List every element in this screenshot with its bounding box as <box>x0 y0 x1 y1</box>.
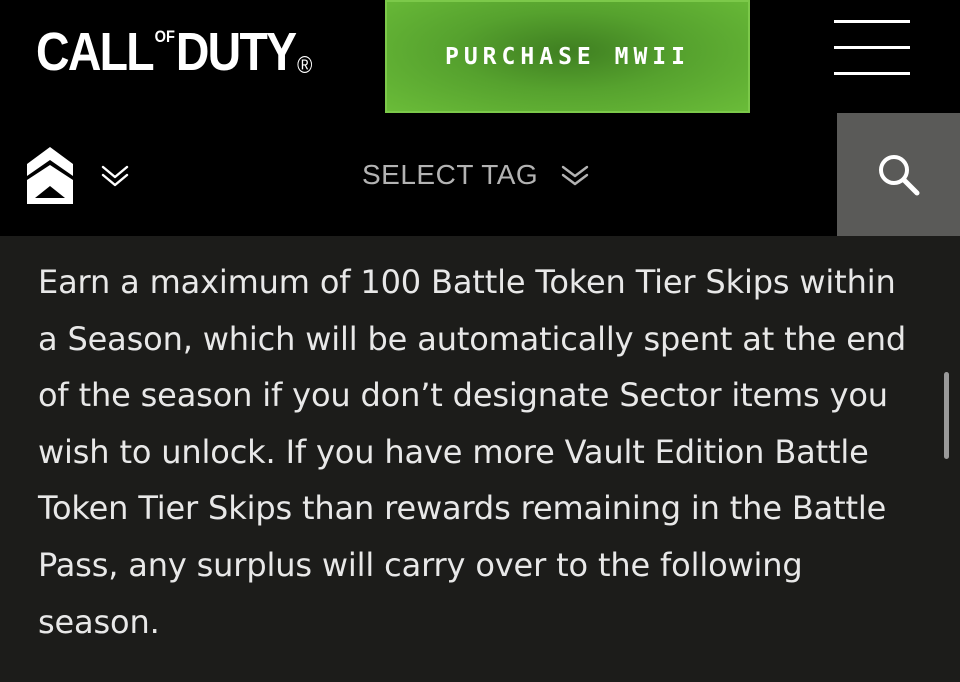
double-chevron-down-icon <box>561 165 589 186</box>
call-of-duty-logo[interactable]: CALL OF DUTY ® <box>36 22 312 82</box>
double-chevron-down-icon <box>101 165 129 187</box>
rank-selector-button[interactable] <box>18 143 140 207</box>
menu-line-bottom <box>834 72 910 75</box>
menu-line-middle <box>834 46 910 49</box>
top-header: CALL OF DUTY ® PURCHASE MWII <box>0 0 960 113</box>
hamburger-menu-icon[interactable] <box>834 20 910 76</box>
search-icon <box>878 154 919 195</box>
menu-line-top <box>834 20 910 23</box>
select-tag-dropdown[interactable]: SELECT TAG <box>362 151 590 199</box>
search-button[interactable] <box>837 113 960 236</box>
page-scrollbar[interactable] <box>944 372 949 459</box>
logo-duty-text: DUTY <box>175 22 297 82</box>
logo-call-text: CALL <box>36 22 155 82</box>
logo-of-text: OF <box>154 27 175 46</box>
sub-navigation-bar: SELECT TAG <box>0 113 960 236</box>
rank-chevron-icon <box>27 147 129 204</box>
purchase-mwii-button[interactable]: PURCHASE MWII <box>385 0 750 113</box>
article-content: Earn a maximum of 100 Battle Token Tier … <box>0 236 960 682</box>
article-paragraph: Earn a maximum of 100 Battle Token Tier … <box>38 263 907 641</box>
select-tag-label: SELECT TAG <box>362 159 539 190</box>
purchase-button-label: PURCHASE MWII <box>444 43 690 70</box>
logo-registered-mark: ® <box>297 52 313 79</box>
